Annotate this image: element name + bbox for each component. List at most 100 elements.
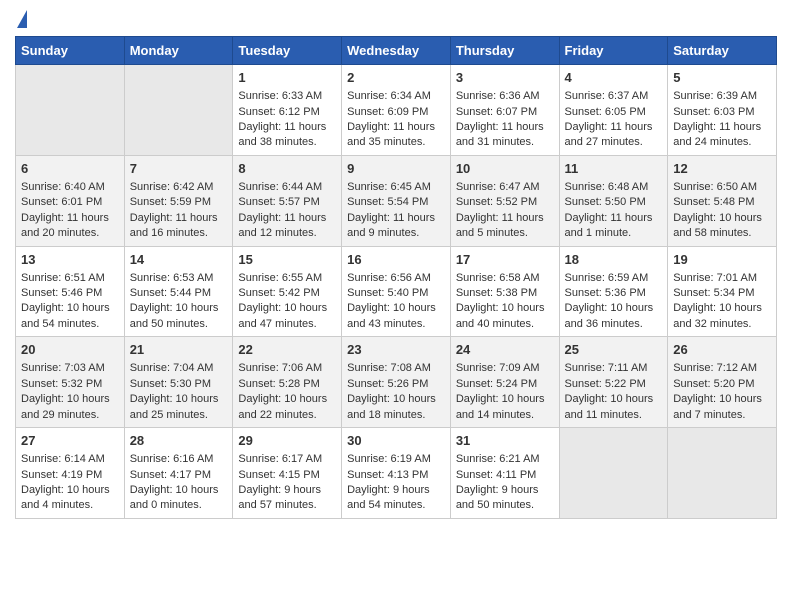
day-number: 11 xyxy=(565,160,663,178)
cell-line: Sunset: 5:34 PM xyxy=(673,286,771,301)
calendar-row: 20Sunrise: 7:03 AMSunset: 5:32 PMDayligh… xyxy=(16,337,777,428)
col-header-thursday: Thursday xyxy=(450,37,559,65)
day-number: 16 xyxy=(347,251,445,269)
calendar-cell: 10Sunrise: 6:47 AMSunset: 5:52 PMDayligh… xyxy=(450,155,559,246)
cell-line: and 50 minutes. xyxy=(130,317,228,332)
cell-line: Sunrise: 6:17 AM xyxy=(238,452,336,467)
calendar-cell: 28Sunrise: 6:16 AMSunset: 4:17 PMDayligh… xyxy=(124,428,233,519)
cell-line: Daylight: 11 hours xyxy=(565,120,663,135)
cell-line: and 32 minutes. xyxy=(673,317,771,332)
cell-line: Daylight: 9 hours xyxy=(238,483,336,498)
calendar-cell: 6Sunrise: 6:40 AMSunset: 6:01 PMDaylight… xyxy=(16,155,125,246)
calendar-cell xyxy=(668,428,777,519)
cell-line: and 9 minutes. xyxy=(347,226,445,241)
cell-line: and 38 minutes. xyxy=(238,135,336,150)
day-number: 1 xyxy=(238,69,336,87)
day-number: 3 xyxy=(456,69,554,87)
day-number: 9 xyxy=(347,160,445,178)
calendar-cell: 23Sunrise: 7:08 AMSunset: 5:26 PMDayligh… xyxy=(342,337,451,428)
cell-line: Daylight: 10 hours xyxy=(238,301,336,316)
cell-line: Daylight: 11 hours xyxy=(238,120,336,135)
cell-line: Sunset: 6:07 PM xyxy=(456,105,554,120)
calendar-cell: 12Sunrise: 6:50 AMSunset: 5:48 PMDayligh… xyxy=(668,155,777,246)
day-number: 13 xyxy=(21,251,119,269)
header xyxy=(15,10,777,28)
cell-line: and 24 minutes. xyxy=(673,135,771,150)
cell-line: and 7 minutes. xyxy=(673,408,771,423)
cell-line: Daylight: 10 hours xyxy=(565,301,663,316)
cell-line: Sunrise: 6:19 AM xyxy=(347,452,445,467)
calendar-row: 6Sunrise: 6:40 AMSunset: 6:01 PMDaylight… xyxy=(16,155,777,246)
cell-line: and 16 minutes. xyxy=(130,226,228,241)
day-number: 14 xyxy=(130,251,228,269)
cell-line: Sunrise: 6:14 AM xyxy=(21,452,119,467)
calendar-cell: 1Sunrise: 6:33 AMSunset: 6:12 PMDaylight… xyxy=(233,65,342,156)
col-header-monday: Monday xyxy=(124,37,233,65)
cell-line: Daylight: 11 hours xyxy=(347,211,445,226)
calendar-cell: 16Sunrise: 6:56 AMSunset: 5:40 PMDayligh… xyxy=(342,246,451,337)
cell-line: Daylight: 10 hours xyxy=(130,392,228,407)
cell-line: Daylight: 11 hours xyxy=(238,211,336,226)
day-number: 4 xyxy=(565,69,663,87)
calendar-cell: 25Sunrise: 7:11 AMSunset: 5:22 PMDayligh… xyxy=(559,337,668,428)
day-number: 24 xyxy=(456,341,554,359)
cell-line: and 35 minutes. xyxy=(347,135,445,150)
calendar-cell: 3 Sunrise: 6:36 AMSunset: 6:07 PMDaylight… xyxy=(450,65,559,156)
calendar-cell: 31Sunrise: 6:21 AMSunset: 4:11 PMDayligh… xyxy=(450,428,559,519)
day-number: 2 xyxy=(347,69,445,87)
calendar-row: 13Sunrise: 6:51 AMSunset: 5:46 PMDayligh… xyxy=(16,246,777,337)
cell-line: Sunrise: 7:08 AM xyxy=(347,361,445,376)
cell-line: and 47 minutes. xyxy=(238,317,336,332)
cell-line: and 40 minutes. xyxy=(456,317,554,332)
day-number: 27 xyxy=(21,432,119,450)
calendar-cell: 17Sunrise: 6:58 AMSunset: 5:38 PMDayligh… xyxy=(450,246,559,337)
calendar-cell xyxy=(559,428,668,519)
cell-line: Daylight: 9 hours xyxy=(456,483,554,498)
col-header-sunday: Sunday xyxy=(16,37,125,65)
day-number: 31 xyxy=(456,432,554,450)
calendar-cell xyxy=(16,65,125,156)
calendar-cell: 5Sunrise: 6:39 AMSunset: 6:03 PMDaylight… xyxy=(668,65,777,156)
calendar-cell: 24Sunrise: 7:09 AMSunset: 5:24 PMDayligh… xyxy=(450,337,559,428)
cell-line: Sunset: 4:11 PM xyxy=(456,468,554,483)
calendar-cell: 9Sunrise: 6:45 AMSunset: 5:54 PMDaylight… xyxy=(342,155,451,246)
cell-line: Sunrise: 6:33 AM xyxy=(238,89,336,104)
cell-line: and 20 minutes. xyxy=(21,226,119,241)
cell-line: Sunrise: 6:36 AM xyxy=(456,89,554,104)
cell-line: Sunrise: 7:12 AM xyxy=(673,361,771,376)
calendar-cell: 19Sunrise: 7:01 AMSunset: 5:34 PMDayligh… xyxy=(668,246,777,337)
calendar-cell: 29Sunrise: 6:17 AMSunset: 4:15 PMDayligh… xyxy=(233,428,342,519)
day-number: 20 xyxy=(21,341,119,359)
calendar-table: SundayMondayTuesdayWednesdayThursdayFrid… xyxy=(15,36,777,519)
cell-line: Sunset: 5:30 PM xyxy=(130,377,228,392)
cell-line: Sunset: 5:22 PM xyxy=(565,377,663,392)
cell-line: Daylight: 11 hours xyxy=(673,120,771,135)
cell-line: Sunset: 4:13 PM xyxy=(347,468,445,483)
cell-line: and 5 minutes. xyxy=(456,226,554,241)
col-header-saturday: Saturday xyxy=(668,37,777,65)
cell-line: Sunset: 6:01 PM xyxy=(21,195,119,210)
calendar-body: 1Sunrise: 6:33 AMSunset: 6:12 PMDaylight… xyxy=(16,65,777,519)
cell-line: Sunrise: 6:40 AM xyxy=(21,180,119,195)
cell-line: Daylight: 11 hours xyxy=(347,120,445,135)
calendar-cell: 30Sunrise: 6:19 AMSunset: 4:13 PMDayligh… xyxy=(342,428,451,519)
calendar-cell: 26Sunrise: 7:12 AMSunset: 5:20 PMDayligh… xyxy=(668,337,777,428)
cell-line: Sunset: 5:57 PM xyxy=(238,195,336,210)
calendar-row: 1Sunrise: 6:33 AMSunset: 6:12 PMDaylight… xyxy=(16,65,777,156)
cell-line: and 18 minutes. xyxy=(347,408,445,423)
cell-line: Sunrise: 6:42 AM xyxy=(130,180,228,195)
day-number: 22 xyxy=(238,341,336,359)
cell-line: Sunset: 6:09 PM xyxy=(347,105,445,120)
cell-line: Daylight: 10 hours xyxy=(456,301,554,316)
col-header-wednesday: Wednesday xyxy=(342,37,451,65)
calendar-row: 27Sunrise: 6:14 AMSunset: 4:19 PMDayligh… xyxy=(16,428,777,519)
cell-line: Sunrise: 7:09 AM xyxy=(456,361,554,376)
calendar-cell: 7Sunrise: 6:42 AMSunset: 5:59 PMDaylight… xyxy=(124,155,233,246)
cell-line: Sunset: 5:40 PM xyxy=(347,286,445,301)
day-number: 10 xyxy=(456,160,554,178)
cell-line: and 27 minutes. xyxy=(565,135,663,150)
day-number: 12 xyxy=(673,160,771,178)
cell-line: and 14 minutes. xyxy=(456,408,554,423)
cell-line: Daylight: 11 hours xyxy=(456,120,554,135)
calendar-cell: 21Sunrise: 7:04 AMSunset: 5:30 PMDayligh… xyxy=(124,337,233,428)
